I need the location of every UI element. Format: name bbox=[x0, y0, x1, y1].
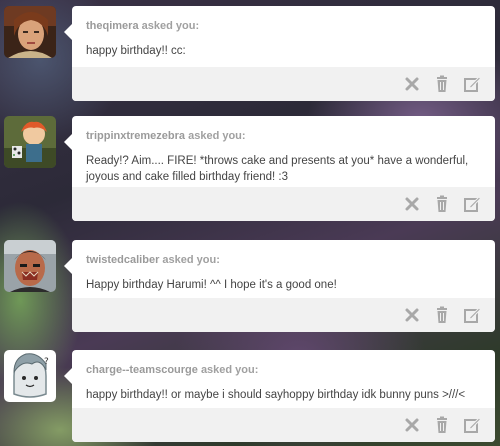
trash-icon[interactable] bbox=[433, 75, 451, 93]
ask-card-1: theqimera asked you: happy birthday!! cc… bbox=[64, 6, 495, 101]
edit-icon[interactable] bbox=[463, 75, 481, 93]
ask-actions-bar bbox=[72, 298, 495, 332]
asker-line: theqimera asked you: bbox=[72, 6, 495, 33]
asker-line: charge--teamscourge asked you: bbox=[72, 350, 495, 377]
avatar-twistedcaliber[interactable] bbox=[4, 240, 56, 292]
asker-name[interactable]: trippinxtremezebra bbox=[86, 130, 185, 142]
avatar-charge--teamscourge[interactable]: ? bbox=[4, 350, 56, 402]
avatar-theqimera[interactable] bbox=[4, 6, 56, 58]
ask-message: happy birthday!! cc: bbox=[86, 45, 186, 57]
ask-message: happy birthday!! or maybe i should sayho… bbox=[86, 389, 466, 401]
avatar-trippinxtremezebra[interactable] bbox=[4, 116, 56, 168]
delete-x-icon[interactable] bbox=[403, 195, 421, 213]
asker-name[interactable]: theqimera bbox=[86, 20, 139, 32]
asker-line: twistedcaliber asked you: bbox=[72, 240, 495, 267]
ask-actions-bar bbox=[72, 187, 495, 221]
ask-actions-bar bbox=[72, 408, 495, 442]
asked-you-label: asked you: bbox=[141, 20, 200, 32]
ask-card-4: charge--teamscourge asked you: happy bir… bbox=[64, 350, 495, 442]
edit-icon[interactable] bbox=[463, 416, 481, 434]
edit-icon[interactable] bbox=[463, 195, 481, 213]
delete-x-icon[interactable] bbox=[403, 416, 421, 434]
cartoon-avatar-icon bbox=[4, 116, 56, 168]
asker-line: trippinxtremezebra asked you: bbox=[72, 116, 495, 143]
ask-message: Ready!? Aim.... FIRE! *throws cake and p… bbox=[86, 155, 469, 183]
ask-message: Happy birthday Harumi! ^^ I hope it's a … bbox=[86, 279, 337, 291]
trash-icon[interactable] bbox=[433, 306, 451, 324]
edit-icon[interactable] bbox=[463, 306, 481, 324]
asked-you-label: asked you: bbox=[200, 364, 259, 376]
svg-text:?: ? bbox=[44, 357, 49, 367]
asker-name[interactable]: twistedcaliber bbox=[86, 254, 159, 266]
asked-you-label: asked you: bbox=[188, 130, 246, 142]
trash-icon[interactable] bbox=[433, 195, 451, 213]
ask-card-2: trippinxtremezebra asked you: Ready!? Ai… bbox=[64, 116, 495, 221]
drawing-avatar-icon: ? bbox=[4, 350, 56, 402]
delete-x-icon[interactable] bbox=[403, 75, 421, 93]
ask-card-3: twistedcaliber asked you: Happy birthday… bbox=[64, 240, 495, 332]
asked-you-label: asked you: bbox=[162, 254, 220, 266]
trash-icon[interactable] bbox=[433, 416, 451, 434]
asker-name[interactable]: charge--teamscourge bbox=[86, 364, 198, 376]
delete-x-icon[interactable] bbox=[403, 306, 421, 324]
photo-avatar-icon bbox=[4, 240, 56, 292]
portrait-avatar-icon bbox=[4, 6, 56, 58]
ask-actions-bar bbox=[72, 67, 495, 101]
